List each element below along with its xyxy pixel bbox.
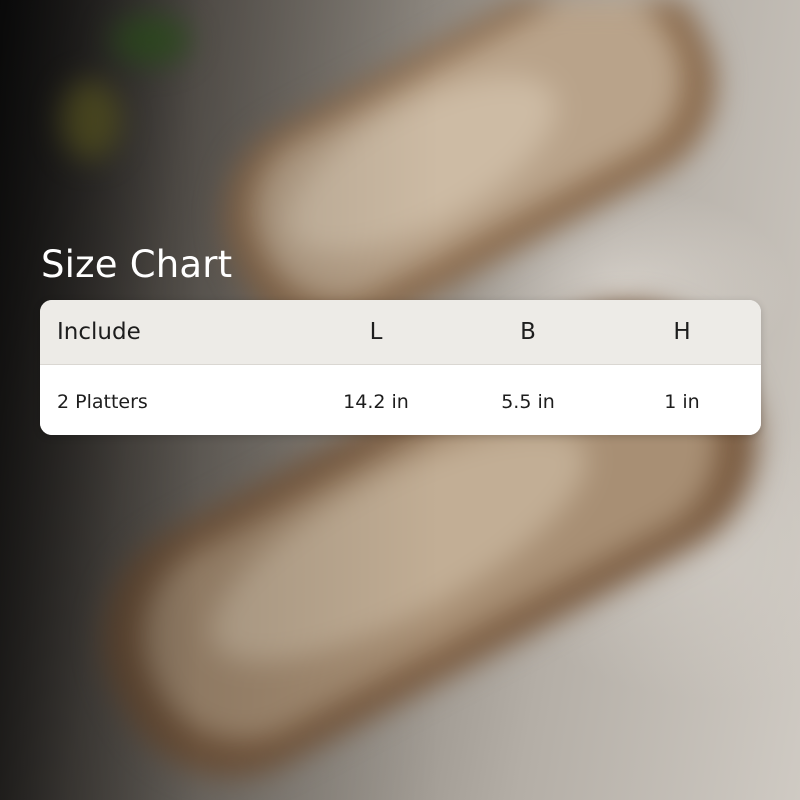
column-header-height: H [673,319,691,345]
cell-length: 14.2 in [343,391,409,413]
column-header-include: Include [57,319,141,345]
column-header-breadth: B [520,319,536,345]
table-row: 2 Platters 14.2 in 5.5 in 1 in [40,365,761,435]
cell-height: 1 in [664,391,700,413]
cell-include: 2 Platters [57,391,148,413]
page-title: Size Chart [41,243,233,286]
size-chart-table: Include L B H 2 Platters 14.2 in 5.5 in … [40,300,761,435]
column-header-length: L [369,319,383,345]
cell-breadth: 5.5 in [501,391,555,413]
table-header-row: Include L B H [40,300,761,365]
